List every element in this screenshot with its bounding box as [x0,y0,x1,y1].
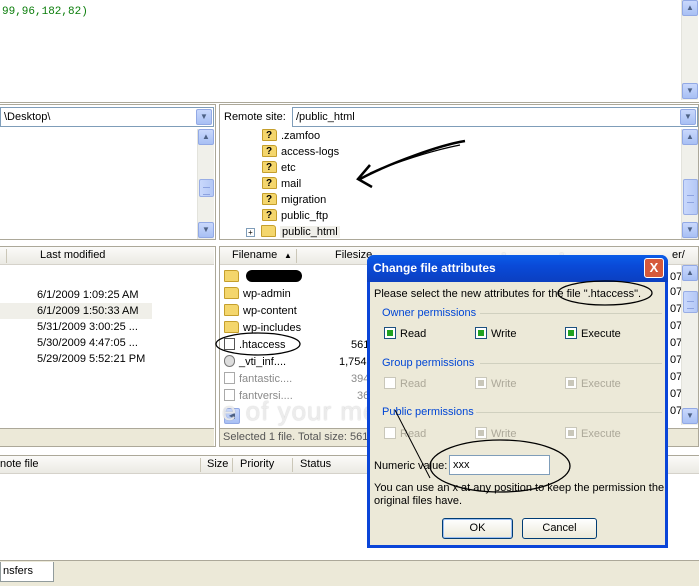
folder-icon [224,270,239,282]
dialog-hint: You can use an x at any position to keep… [374,482,665,507]
owner-execute-checkbox[interactable]: Execute [565,327,621,340]
public-execute-checkbox[interactable]: Execute [565,427,621,440]
folder-question-icon [262,144,277,160]
remote-path-combo[interactable]: /public_html ▼ [292,107,698,127]
folder-question-icon [262,176,277,192]
remote-hscroll-left[interactable]: ◀ [224,408,240,424]
tree-item[interactable]: public_ftp [262,208,328,224]
remote-path: /public_html [296,111,355,123]
chevron-down-icon[interactable]: ▼ [196,109,212,125]
numeric-value-input[interactable]: xxx [449,455,550,475]
table-row[interactable]: 5/30/2009 4:47:05 ... [0,335,197,351]
public-write-checkbox[interactable]: Write [475,427,516,440]
scroll-up-icon[interactable]: ▲ [198,129,214,145]
column-remote-file[interactable]: note file [0,458,39,470]
tab-transfers[interactable]: nsfers [0,562,54,582]
remote-site-panel: Remote site: /public_html ▼ .zamfoo acce… [219,104,699,240]
folder-icon [224,287,239,299]
file-icon [224,355,235,367]
file-icon [224,338,235,350]
folder-question-icon [262,208,277,224]
scroll-up-icon[interactable]: ▲ [682,0,698,16]
tree-item[interactable]: access-logs [262,144,339,160]
tree-item[interactable]: migration [262,192,326,208]
bottom-tab-strip: nsfers [0,560,699,586]
numeric-value-label: Numeric value: [374,460,448,472]
remote-tree-scrollbar[interactable]: ▲ ▼ [681,129,698,239]
censor-blot [246,270,303,282]
scroll-thumb[interactable] [683,291,698,313]
owner-read-checkbox[interactable]: Read [384,327,426,340]
local-path-combo[interactable]: \Desktop\ ▼ [0,107,214,127]
group-write-checkbox[interactable]: Write [475,377,516,390]
table-row[interactable]: 5/29/2009 5:52:21 PM [0,351,197,367]
column-last-modified[interactable]: Last modified [40,249,105,261]
expand-plus-icon[interactable]: + [246,228,255,237]
remote-site-label: Remote site: [224,111,286,123]
scroll-down-icon[interactable]: ▼ [682,222,698,238]
dialog-title: Change file attributes [373,261,496,275]
tree-item-selected[interactable]: + public_html [246,224,340,240]
remote-status-text: Selected 1 file. Total size: 561 [223,431,369,443]
file-icon [224,372,235,384]
dialog-title-bar[interactable]: Change file attributes X [367,255,668,282]
folder-icon [224,304,239,316]
scroll-down-icon[interactable]: ▼ [682,408,698,424]
local-tree-scrollbar[interactable]: ▲ ▼ [197,129,214,239]
public-read-checkbox[interactable]: Read [384,427,426,440]
chevron-down-icon[interactable]: ▼ [680,109,696,125]
owner-write-checkbox[interactable]: Write [475,327,516,340]
scroll-up-icon[interactable]: ▲ [682,265,698,281]
dialog-intro: Please select the new attributes for the… [374,288,642,300]
local-site-panel: \Desktop\ ▼ ▲ ▼ [0,104,216,240]
hand-drawn-arrow [356,139,466,189]
table-row[interactable]: 5/31/2009 3:00:25 ... [0,319,197,335]
group-execute-checkbox[interactable]: Execute [565,377,621,390]
change-attributes-dialog: Change file attributes X Please select t… [367,255,668,548]
column-status[interactable]: Status [300,458,331,470]
close-icon[interactable]: X [644,258,664,278]
local-file-list: Last modified 6/1/2009 1:09:25 AM 6/1/20… [0,246,216,447]
group-permissions-label: Group permissions [382,357,475,369]
tree-item[interactable]: .zamfoo [262,128,320,144]
column-priority[interactable]: Priority [240,458,274,470]
tree-item[interactable]: mail [262,176,301,192]
file-row[interactable]: wp-includes [224,320,301,336]
table-row[interactable]: 6/1/2009 1:09:25 AM [0,287,197,303]
sort-up-icon: ▲ [284,251,292,260]
folder-question-icon [262,160,277,176]
file-icon [224,389,235,401]
group-read-checkbox[interactable]: Read [384,377,426,390]
column-filename[interactable]: Filename [232,249,277,261]
table-row[interactable]: 6/1/2009 1:50:33 AM [0,303,152,319]
scroll-down-icon[interactable]: ▼ [198,222,214,238]
folder-question-icon [262,128,277,144]
owner-permissions-label: Owner permissions [382,307,477,319]
cancel-button[interactable]: Cancel [522,518,597,539]
tree-item[interactable]: etc [262,160,296,176]
local-status-bar [0,428,214,446]
scroll-thumb[interactable] [683,179,698,215]
local-list-header: Last modified [0,247,214,265]
folder-icon [261,225,276,237]
scroll-thumb[interactable] [199,179,214,197]
log-line: 99,96,182,82) [2,6,88,18]
scroll-up-icon[interactable]: ▲ [682,129,698,145]
file-row[interactable]: wp-content [224,303,297,319]
log-scrollbar[interactable]: ▲ ▼ [681,0,698,100]
message-log: 99,96,182,82) ▲ ▼ [0,0,699,103]
file-row[interactable]: wp-admin [224,286,291,302]
folder-question-icon [262,192,277,208]
folder-icon [224,321,239,333]
ok-button[interactable]: OK [442,518,513,539]
scroll-down-icon[interactable]: ▼ [682,83,698,99]
file-row-censored[interactable] [224,269,303,285]
remote-list-scrollbar[interactable]: ▲ ▼ [681,265,698,425]
column-more[interactable]: er/ [672,249,685,261]
public-permissions-label: Public permissions [382,406,474,418]
column-size[interactable]: Size [207,458,228,470]
local-path: \Desktop\ [4,111,51,123]
